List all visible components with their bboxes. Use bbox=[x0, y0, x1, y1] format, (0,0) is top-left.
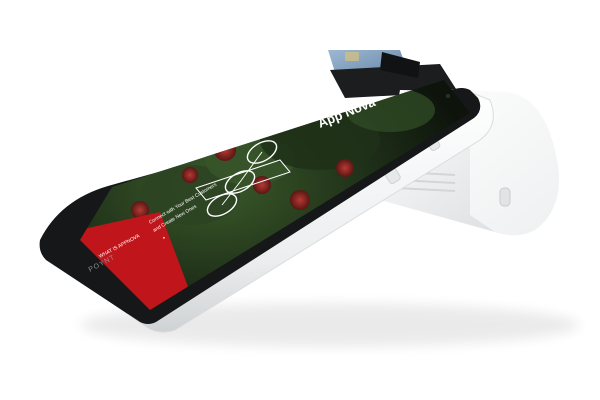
camera-icon bbox=[445, 93, 451, 99]
payment-terminal-illustration: App Nova Connect with Your Best Customer… bbox=[39, 50, 580, 347]
product-photo: App Nova Connect with Your Best Customer… bbox=[0, 0, 600, 400]
card-chip bbox=[345, 52, 359, 61]
side-port bbox=[499, 187, 511, 207]
